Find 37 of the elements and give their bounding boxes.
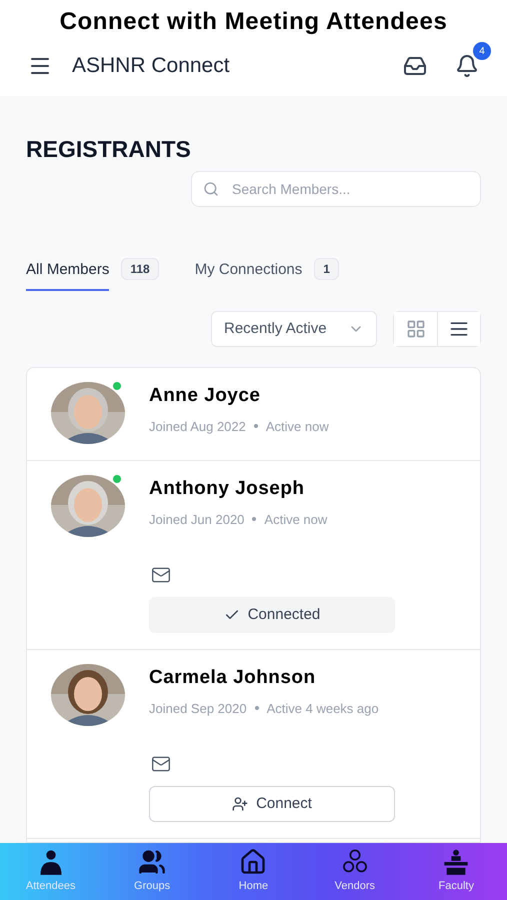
- member-name: Anne Joyce: [149, 384, 262, 408]
- activity-status: Active now: [266, 418, 329, 436]
- list-view-button[interactable]: [437, 312, 480, 346]
- bell-icon[interactable]: [455, 54, 479, 78]
- mail-icon[interactable]: [149, 754, 173, 774]
- nav-item[interactable]: Vendors: [314, 848, 395, 895]
- sort-dropdown[interactable]: Recently Active: [211, 311, 377, 347]
- tab[interactable]: My Connections 1: [194, 250, 339, 291]
- inbox-icon[interactable]: [403, 54, 427, 78]
- member-name: Carmela Johnson: [149, 666, 317, 690]
- grid-icon: [406, 319, 426, 339]
- joined-date: Joined Sep 2020: [149, 700, 247, 718]
- search-field[interactable]: Search Members...: [191, 170, 481, 206]
- connected-button[interactable]: Connected: [149, 597, 395, 633]
- nav-item[interactable]: Faculty: [416, 848, 496, 895]
- tab-label: My Connections: [194, 260, 302, 280]
- joined-date: Joined Jun 2020: [149, 510, 244, 528]
- tab[interactable]: All Members 118: [26, 250, 159, 291]
- people-group-icon: [138, 848, 166, 876]
- connect-button[interactable]: Connect: [149, 786, 395, 822]
- count-badge: 118: [121, 258, 159, 280]
- notification-badge: 4: [473, 42, 491, 60]
- search-icon: [203, 180, 219, 196]
- section-title: REGISTRANTS: [26, 135, 192, 164]
- member-name: Anthony Joseph: [149, 477, 306, 501]
- nav-item[interactable]: Home: [213, 848, 294, 895]
- tab-label: All Members: [26, 250, 110, 291]
- app-name: ASHNR Connect: [72, 53, 230, 80]
- page-title: Connect with Meeting Attendees: [58, 7, 448, 36]
- home-icon: [239, 848, 268, 876]
- activity-status: Active 4 weeks ago: [266, 700, 379, 718]
- mail-icon[interactable]: [149, 565, 173, 585]
- add-user-icon: [232, 796, 248, 812]
- count-badge: 1: [314, 258, 339, 280]
- activity-status: Active now: [264, 510, 328, 528]
- joined-date: Joined Aug 2022: [149, 418, 246, 436]
- podium-icon: [442, 848, 470, 876]
